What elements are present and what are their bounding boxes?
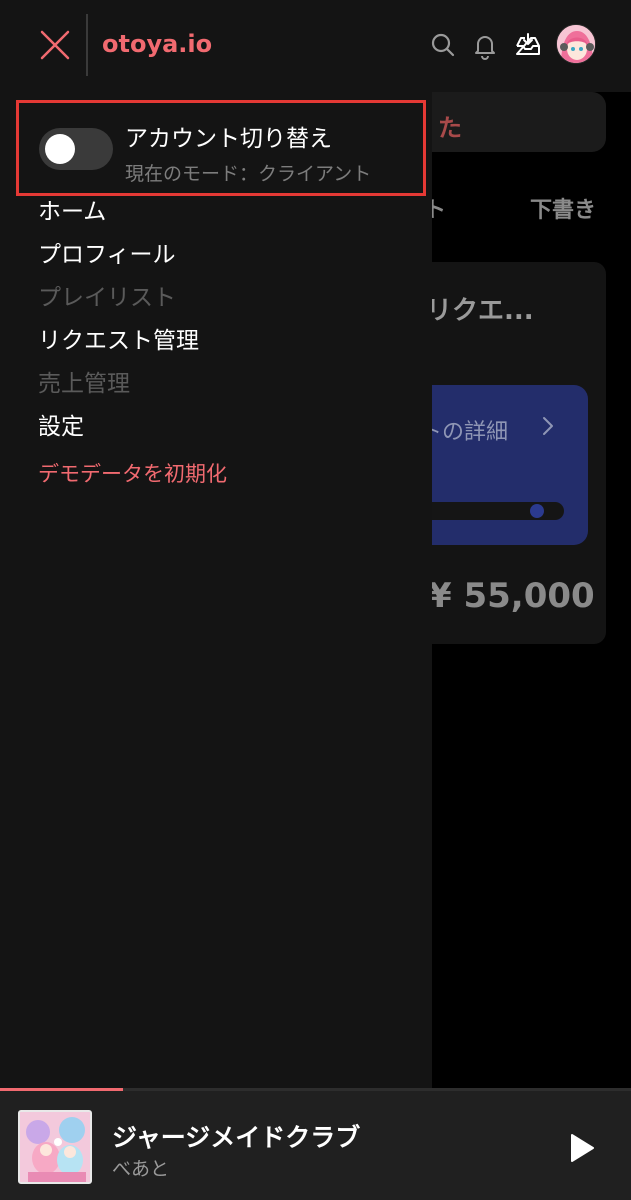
- inbox-download-icon[interactable]: [513, 30, 543, 60]
- chevron-right-icon: [540, 414, 556, 444]
- header-divider: [86, 14, 88, 76]
- search-icon[interactable]: [428, 30, 458, 60]
- background-progress-dot: [530, 504, 544, 518]
- play-button[interactable]: [566, 1132, 596, 1164]
- mini-player: ジャージメイドクラブ べあと: [0, 1088, 631, 1200]
- reset-demo-data-link[interactable]: デモデータを初期化: [38, 458, 227, 488]
- navigation-drawer: アカウント切り替え 現在のモード：クライアント ホーム プロフィール プレイリス…: [0, 92, 432, 1088]
- album-artwork[interactable]: [18, 1110, 92, 1184]
- account-switch-title: アカウント切り替え: [125, 126, 332, 152]
- track-artist: べあと: [112, 1158, 170, 1180]
- bell-icon[interactable]: [470, 30, 500, 60]
- playback-progress-track[interactable]: [0, 1088, 631, 1091]
- menu-item-sales-management: 売上管理: [38, 371, 130, 397]
- site-logo[interactable]: otoya.io: [102, 30, 212, 58]
- close-icon: [40, 30, 70, 60]
- toggle-knob: [45, 134, 75, 164]
- menu-item-request-management[interactable]: リクエスト管理: [38, 321, 199, 355]
- menu-item-playlist: プレイリスト: [38, 285, 176, 311]
- account-switch-toggle[interactable]: [39, 128, 113, 170]
- app-header: otoya.io: [0, 0, 631, 92]
- account-switch-panel: アカウント切り替え 現在のモード：クライアント: [16, 100, 426, 196]
- track-title: ジャージメイドクラブ: [112, 1123, 361, 1152]
- close-menu-button[interactable]: [36, 26, 74, 64]
- menu-item-home[interactable]: ホーム: [38, 192, 106, 226]
- background-price: ¥ 55,000: [428, 576, 595, 616]
- menu-item-settings[interactable]: 設定: [38, 407, 84, 441]
- background-tab-draft: 下書き: [530, 198, 597, 223]
- play-icon: [571, 1134, 594, 1162]
- user-avatar[interactable]: [556, 24, 596, 64]
- account-switch-mode: 現在のモード：クライアント: [125, 163, 372, 185]
- playback-progress-fill: [0, 1088, 124, 1091]
- menu-item-profile[interactable]: プロフィール: [38, 235, 176, 269]
- background-detail-link: トの詳細: [420, 420, 509, 445]
- background-banner-text: た: [438, 114, 462, 142]
